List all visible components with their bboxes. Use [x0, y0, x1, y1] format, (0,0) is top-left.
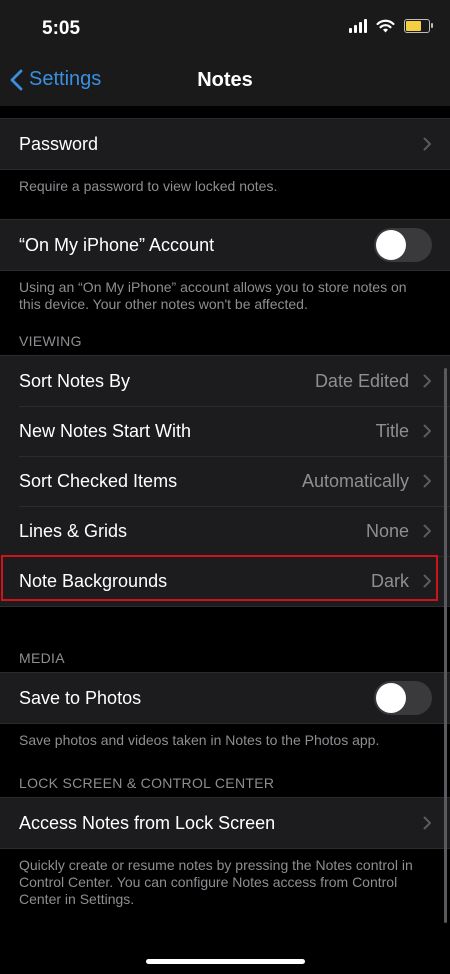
viewing-group: Sort Notes By Date Edited New Notes Star… [0, 355, 450, 607]
status-icons [349, 19, 433, 33]
save-to-photos-row: Save to Photos [0, 673, 450, 723]
status-bar: 5:05 [0, 0, 450, 58]
note-backgrounds-row[interactable]: Note Backgrounds Dark [0, 556, 450, 606]
save-to-photos-toggle[interactable] [374, 681, 432, 715]
home-indicator[interactable] [146, 959, 305, 964]
toggle-knob [376, 230, 406, 260]
account-toggle[interactable] [374, 228, 432, 262]
wifi-icon [376, 19, 395, 33]
media-group: Save to Photos [0, 672, 450, 724]
save-to-photos-label: Save to Photos [19, 687, 142, 708]
chevron-right-icon [423, 137, 431, 151]
account-group: “On My iPhone” Account [0, 219, 450, 271]
row-label: Note Backgrounds [19, 570, 168, 591]
row-label: Lines & Grids [19, 520, 128, 541]
account-footer: Using an “On My iPhone” account allows y… [19, 279, 407, 312]
toggle-knob [376, 683, 406, 713]
row-label: Sort Notes By [19, 370, 131, 391]
password-row[interactable]: Password [0, 119, 450, 169]
password-footer: Require a password to view locked notes. [19, 178, 278, 194]
cellular-signal-icon [349, 19, 367, 33]
row-value: Dark [370, 570, 409, 591]
status-time: 5:05 [42, 18, 81, 39]
chevron-right-icon [423, 374, 431, 388]
lock-screen-header: LOCK SCREEN & CONTROL CENTER [19, 775, 275, 791]
password-group: Password [0, 118, 450, 170]
row-value: Automatically [301, 470, 409, 491]
lines-and-grids-row[interactable]: Lines & Grids None [0, 506, 450, 556]
access-notes-label: Access Notes from Lock Screen [19, 812, 276, 833]
navigation-bar: Settings Notes [0, 58, 450, 106]
row-label: New Notes Start With [19, 420, 192, 441]
account-row: “On My iPhone” Account [0, 220, 450, 270]
new-notes-start-with-row[interactable]: New Notes Start With Title [0, 406, 450, 456]
access-notes-lock-screen-row[interactable]: Access Notes from Lock Screen [0, 798, 450, 848]
chevron-right-icon [423, 474, 431, 488]
row-value: Date Edited [314, 370, 409, 391]
sort-notes-by-row[interactable]: Sort Notes By Date Edited [0, 356, 450, 406]
chevron-right-icon [423, 524, 431, 538]
scroll-indicator[interactable] [444, 368, 447, 923]
page-title: Notes [197, 69, 253, 91]
lock-screen-group: Access Notes from Lock Screen [0, 797, 450, 849]
chevron-right-icon [423, 424, 431, 438]
lock-screen-footer: Quickly create or resume notes by pressi… [19, 857, 413, 907]
row-label: Sort Checked Items [19, 470, 178, 491]
row-value: Title [375, 420, 409, 441]
media-header: MEDIA [19, 650, 65, 666]
sort-checked-items-row[interactable]: Sort Checked Items Automatically [0, 456, 450, 506]
row-value: None [365, 520, 409, 541]
chevron-right-icon [423, 816, 431, 830]
settings-list: Password Require a password to view lock… [0, 106, 450, 908]
viewing-header: VIEWING [19, 333, 82, 349]
password-label: Password [19, 133, 99, 154]
account-label: “On My iPhone” Account [19, 234, 215, 255]
chevron-right-icon [423, 574, 431, 588]
media-footer: Save photos and videos taken in Notes to… [19, 732, 380, 748]
battery-icon [404, 19, 433, 33]
